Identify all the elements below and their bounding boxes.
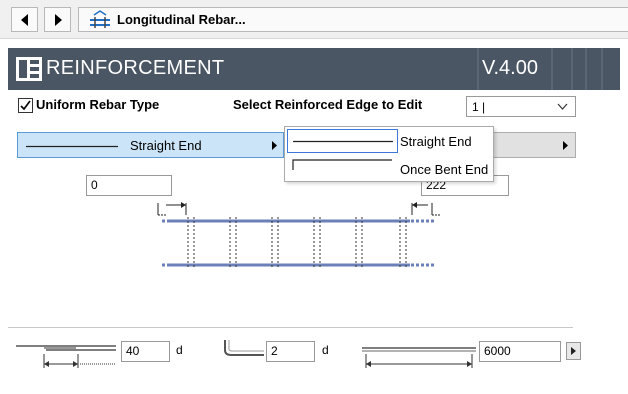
arrow-left-icon [21, 14, 28, 26]
panel-title-dropdown[interactable]: Longitudinal Rebar... [78, 7, 628, 32]
lap-length-value: 40 [126, 344, 140, 358]
window-title: Longitudinal Rebar... [117, 12, 246, 27]
bar-length-icon [362, 347, 476, 368]
edge-select-value: 1 | [472, 100, 486, 114]
longitudinal-rebar-icon [90, 10, 110, 28]
chevron-down-icon [557, 103, 568, 110]
lap-length-icon [16, 345, 116, 368]
end-type-label: Straight End [130, 138, 202, 153]
bend-radius-icon [224, 340, 264, 356]
header-title: REINFORCEMENT [46, 57, 225, 79]
uniform-rebar-checkbox[interactable] [18, 98, 33, 113]
bend-diameter-field[interactable]: 2 [266, 341, 315, 362]
top-toolbar: Longitudinal Rebar... [0, 0, 628, 39]
length-options-button[interactable] [566, 342, 581, 360]
left-offset-value: 0 [91, 178, 98, 192]
submenu-arrow-icon [563, 141, 568, 150]
end-menu-label-straight[interactable]: Straight End [400, 134, 472, 149]
divider [8, 327, 573, 328]
edge-select-label: Select Reinforced Edge to Edit [233, 97, 423, 112]
end-type-button[interactable]: Straight End [17, 132, 284, 158]
bend-diameter-value: 2 [271, 344, 278, 358]
reinforcement-logo-icon [16, 57, 42, 81]
end-type-menu: Straight End Once Bent End [284, 126, 494, 182]
version-label: V.4.00 [482, 57, 538, 79]
check-icon [20, 100, 31, 111]
end-menu-label-bent[interactable]: Once Bent End [400, 162, 488, 177]
straight-end-icon [293, 140, 393, 143]
back-button[interactable] [11, 7, 38, 32]
submenu-arrow-icon [272, 141, 277, 150]
lap-length-unit: d [176, 343, 183, 357]
header-banner: REINFORCEMENT V.4.00 [8, 48, 620, 90]
bar-length-field[interactable]: 6000 [479, 341, 561, 362]
left-offset-field[interactable]: 0 [86, 175, 172, 196]
once-bent-end-icon [292, 159, 392, 170]
straight-end-icon [26, 145, 118, 148]
arrow-right-icon [55, 14, 62, 26]
arrow-right-icon [571, 347, 576, 355]
rebar-diagram [157, 202, 440, 269]
uniform-rebar-label: Uniform Rebar Type [36, 97, 160, 112]
forward-button[interactable] [44, 7, 71, 32]
bar-length-value: 6000 [484, 344, 511, 358]
edge-select[interactable]: 1 | [466, 96, 576, 117]
lap-length-field[interactable]: 40 [121, 341, 170, 362]
end-menu-item-straight[interactable] [287, 129, 398, 153]
bend-diameter-unit: d [322, 343, 329, 357]
